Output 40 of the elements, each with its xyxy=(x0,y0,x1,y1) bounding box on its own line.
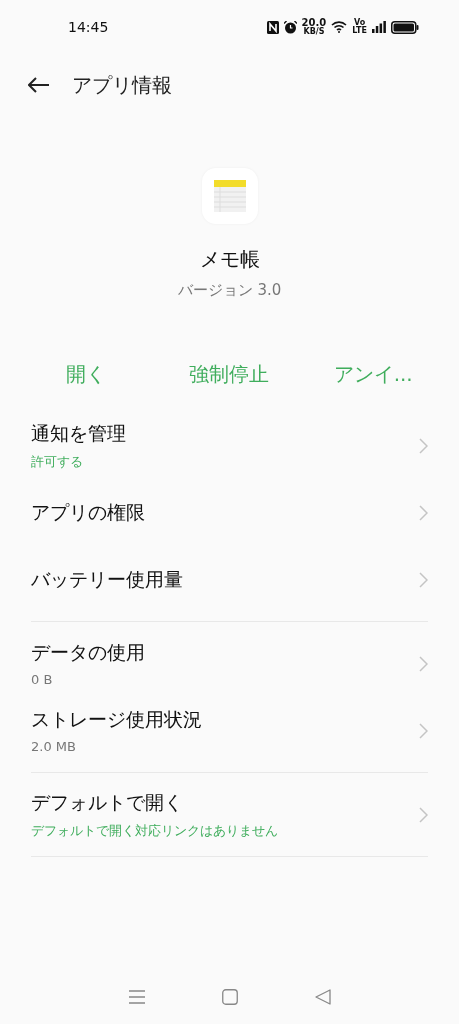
settings-row[interactable]: 通知を管理 許可する xyxy=(31,412,428,479)
settings-row[interactable]: ストレージ使用状況 2.0 MB xyxy=(31,697,428,764)
battery-icon xyxy=(391,20,419,34)
network-speed-value: 20.0 xyxy=(301,18,327,28)
row-title: デフォルトで開く xyxy=(31,789,184,815)
settings-row[interactable]: データの使用 0 B xyxy=(31,630,428,697)
row-subtitle: デフォルトで開く対応リンクはありません xyxy=(31,821,278,840)
row-subtitle: 2.0 MB xyxy=(31,739,77,754)
row-title: アプリの権限 xyxy=(31,499,145,525)
chevron-right-icon xyxy=(419,571,428,588)
wifi-icon xyxy=(331,21,348,33)
row-title: データの使用 xyxy=(31,640,145,665)
row-title: ストレージ使用状況 xyxy=(31,707,202,732)
network-speed-unit: KB/S xyxy=(303,28,325,36)
signal-bars-icon xyxy=(372,21,386,33)
back-icon[interactable] xyxy=(314,989,331,1005)
chevron-right-icon xyxy=(419,806,428,823)
settings-row[interactable]: アプリの権限 xyxy=(31,479,428,546)
alarm-clock-icon xyxy=(283,20,297,34)
back-arrow-icon[interactable] xyxy=(28,77,50,93)
volte-label: Vo xyxy=(354,19,366,27)
menu-icon[interactable] xyxy=(128,990,145,1004)
lte-label: LTE xyxy=(352,27,367,35)
row-title: 通知を管理 xyxy=(31,420,126,446)
row-subtitle: 許可する xyxy=(31,452,84,471)
chevron-right-icon xyxy=(419,655,428,672)
settings-row[interactable]: バッテリー使用量 xyxy=(31,546,428,613)
nfc-icon xyxy=(266,20,279,34)
app-icon xyxy=(201,168,258,224)
home-icon[interactable] xyxy=(221,989,238,1005)
app-version: バージョン 3.0 xyxy=(177,281,282,300)
chevron-right-icon xyxy=(419,722,428,739)
row-subtitle: 0 B xyxy=(31,672,54,687)
row-title: バッテリー使用量 xyxy=(31,566,183,592)
chevron-right-icon xyxy=(419,504,428,521)
status-time: 14:45 xyxy=(68,19,109,35)
chevron-right-icon xyxy=(419,437,428,454)
settings-row[interactable]: デフォルトで開く デフォルトで開く対応リンクはありません xyxy=(31,781,428,848)
page-title: アプリ情報 xyxy=(72,71,172,99)
app-name: メモ帳 xyxy=(199,246,260,273)
